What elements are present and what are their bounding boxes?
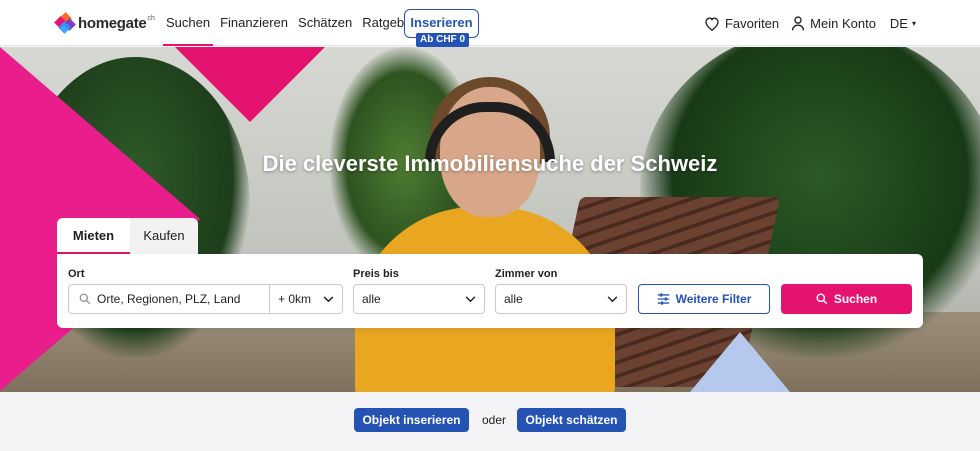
- price-badge: Ab CHF 0: [416, 33, 469, 47]
- search-button[interactable]: Suchen: [781, 284, 912, 314]
- language-selector[interactable]: DE ▾: [890, 16, 916, 31]
- rooms-select[interactable]: alle: [495, 284, 627, 314]
- tab-mieten[interactable]: Mieten: [57, 218, 130, 254]
- or-text: oder: [482, 413, 507, 427]
- account-link[interactable]: Mein Konto: [791, 16, 876, 31]
- heart-icon: [705, 16, 719, 31]
- chevron-down-icon: [323, 295, 334, 302]
- language-label: DE: [889, 15, 908, 31]
- tab-kaufen[interactable]: Kaufen: [130, 218, 198, 254]
- chevron-down-icon: ▾: [911, 18, 916, 28]
- rooms-label: Zimmer von: [495, 268, 558, 280]
- rooms-value: alle: [504, 292, 523, 306]
- search-button-label: Suchen: [833, 292, 878, 306]
- top-header: homegate ch Suchen Finanzieren Schätzen …: [0, 0, 980, 47]
- radius-value: + 0km: [278, 292, 312, 306]
- price-select[interactable]: alle: [353, 284, 485, 314]
- main-nav: Suchen Finanzieren Schätzen Ratgeber: [161, 0, 421, 46]
- header-actions: Favoriten Mein Konto DE ▾: [692, 0, 916, 46]
- radius-select[interactable]: + 0km: [269, 285, 342, 313]
- user-icon: [792, 15, 805, 30]
- account-label: Mein Konto: [810, 15, 876, 31]
- favorites-link[interactable]: Favoriten: [704, 16, 779, 31]
- logo-mark-icon: [54, 12, 76, 34]
- nav-item-suchen[interactable]: Suchen: [161, 0, 215, 46]
- search-icon: [79, 293, 91, 305]
- location-field[interactable]: Orte, Regionen, PLZ, Land + 0km: [68, 284, 343, 314]
- cta-bar: Objekt inserieren oder Objekt schätzen: [0, 392, 980, 451]
- location-label: Ort: [68, 268, 85, 280]
- favorites-label: Favoriten: [724, 15, 780, 31]
- price-label: Preis bis: [353, 268, 399, 280]
- nav-item-schaetzen[interactable]: Schätzen: [293, 0, 357, 46]
- more-filters-label: Weitere Filter: [675, 292, 752, 306]
- search-icon: [816, 293, 828, 305]
- estimate-object-button[interactable]: Objekt schätzen: [517, 408, 626, 432]
- insert-object-button[interactable]: Objekt inserieren: [354, 408, 469, 432]
- decor-blue-triangle: [690, 332, 790, 392]
- logo-suffix: ch: [147, 15, 155, 22]
- chevron-down-icon: [607, 295, 618, 302]
- logo-text: homegate: [78, 14, 147, 32]
- decor-pink-triangle-top: [175, 47, 325, 122]
- hero-title: Die cleverste Immobiliensuche der Schwei…: [262, 151, 718, 176]
- price-value: alle: [362, 292, 381, 306]
- chevron-down-icon: [465, 295, 476, 302]
- location-input[interactable]: Orte, Regionen, PLZ, Land: [97, 292, 269, 306]
- homegate-logo[interactable]: homegate ch: [54, 12, 155, 34]
- more-filters-button[interactable]: Weitere Filter: [638, 284, 770, 314]
- filter-sliders-icon: [657, 293, 669, 305]
- search-tabs: Mieten Kaufen: [57, 218, 198, 254]
- search-card: Ort Orte, Regionen, PLZ, Land + 0km Prei…: [57, 254, 923, 328]
- nav-item-finanzieren[interactable]: Finanzieren: [215, 0, 293, 46]
